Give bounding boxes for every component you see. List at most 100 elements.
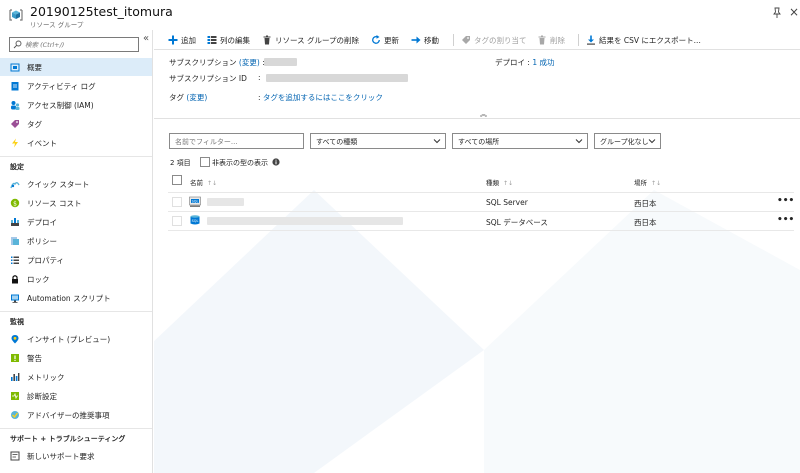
sql-server-icon: SQL <box>189 196 201 207</box>
sidebar-item-overview[interactable]: 概要 <box>0 58 152 76</box>
location-filter-dropdown[interactable]: すべての場所 <box>452 133 588 149</box>
sql-database-icon: SQL <box>190 215 200 225</box>
row-location: 西日本 <box>634 199 657 208</box>
page-title: 20190125test_itomura <box>30 4 173 19</box>
toolbar-divider <box>578 34 579 46</box>
subscription-id-label: サブスクリプション ID <box>169 74 247 83</box>
sidebar-item-advisor[interactable]: アドバイザーの推奨事項 <box>0 406 152 424</box>
activity-log-icon <box>11 82 19 91</box>
show-hidden-types-checkbox[interactable] <box>200 157 210 167</box>
download-icon <box>587 35 595 45</box>
deployments-row: デプロイ : 1 成功 <box>495 58 555 67</box>
row-checkbox[interactable] <box>172 197 182 207</box>
sidebar-section-settings: 設定 <box>10 163 24 171</box>
column-header-location[interactable]: 場所 ↑↓ <box>634 177 661 187</box>
collapse-sidebar-button[interactable]: « <box>141 33 151 45</box>
sidebar-item-label: タグ <box>27 120 42 129</box>
pin-icon[interactable] <box>772 7 782 19</box>
item-count: 2 項目 <box>170 159 191 167</box>
sidebar-item-label: インサイト (プレビュー) <box>27 335 111 344</box>
tags-value: : タグを追加するにはここをクリック <box>258 93 383 102</box>
blade-header: 20190125test_itomura リソース グループ × <box>0 0 800 30</box>
column-header-type[interactable]: 種類 ↑↓ <box>486 177 513 187</box>
sidebar-item-cost[interactable]: $ リソース コスト <box>0 194 152 212</box>
trash-icon <box>263 35 271 45</box>
row-type: SQL データベース <box>486 218 548 227</box>
svg-text:SQL: SQL <box>192 219 199 223</box>
subscription-row: サブスクリプション (変更) : <box>169 58 265 67</box>
sort-icon: ↑↓ <box>651 180 662 187</box>
deployments-icon <box>11 218 19 226</box>
more-options-icon[interactable]: ••• <box>777 215 794 225</box>
command-bar: 追加 列の編集 リソース グループの削除 更新 移動 タグの割り当て 削除 結果… <box>154 30 800 50</box>
sidebar-divider <box>0 311 152 312</box>
sidebar-item-label: リソース コスト <box>27 199 82 208</box>
sidebar-section-support: サポート + トラブルシューティング <box>10 435 126 443</box>
redacted-resource-name[interactable] <box>207 217 403 225</box>
resource-group-icon <box>10 63 20 72</box>
toolbar-divider <box>453 34 454 46</box>
sidebar-item-label: イベント <box>27 139 57 148</box>
search-icon <box>13 40 22 49</box>
insights-icon <box>11 335 19 344</box>
sidebar-item-new-support-request[interactable]: 新しいサポート要求 <box>0 447 152 465</box>
table-row[interactable] <box>168 192 794 211</box>
redacted-resource-name[interactable] <box>207 198 244 206</box>
type-filter-dropdown[interactable]: すべての種類 <box>310 133 446 149</box>
row-checkbox[interactable] <box>172 216 182 226</box>
sidebar-item-deployments[interactable]: デプロイ <box>0 213 152 231</box>
sidebar-item-quickstart[interactable]: クイック スタート <box>0 175 152 193</box>
lock-icon <box>12 275 18 284</box>
sidebar-item-label: アクセス制御 (IAM) <box>27 101 94 110</box>
sidebar-item-policy[interactable]: ポリシー <box>0 232 152 250</box>
sidebar-item-label: クイック スタート <box>27 180 90 189</box>
column-header-name[interactable]: 名前 ↑↓ <box>190 177 217 187</box>
select-all-checkbox[interactable] <box>172 175 182 185</box>
resource-group-cube-icon <box>9 9 23 21</box>
events-icon <box>12 138 18 148</box>
iam-icon <box>11 101 20 110</box>
sidebar-item-label: 警告 <box>27 354 42 363</box>
sidebar-item-label: メトリック <box>27 373 65 382</box>
page-subtitle: リソース グループ <box>30 21 84 29</box>
row-type: SQL Server <box>486 198 528 207</box>
sidebar-divider <box>0 156 152 157</box>
sidebar-item-metrics[interactable]: メトリック <box>0 368 152 386</box>
essentials-expander: ︽ <box>154 109 800 119</box>
automation-icon <box>11 294 19 303</box>
sidebar-item-alerts[interactable]: 警告 <box>0 349 152 367</box>
sidebar-item-events[interactable]: イベント <box>0 134 152 152</box>
sidebar-search[interactable] <box>9 37 139 52</box>
sidebar-item-locks[interactable]: ロック <box>0 270 152 288</box>
info-icon[interactable] <box>272 158 280 166</box>
sidebar-item-activity-log[interactable]: アクティビティ ログ <box>0 77 152 95</box>
change-subscription-link[interactable]: (変更) <box>239 58 260 67</box>
refresh-icon <box>372 35 380 44</box>
advisor-icon <box>11 411 19 419</box>
sidebar-item-iam[interactable]: アクセス制御 (IAM) <box>0 96 152 114</box>
metrics-icon <box>11 373 20 381</box>
grouping-dropdown[interactable]: グループ化なし <box>594 133 661 149</box>
diagnostics-icon <box>11 392 19 400</box>
sidebar-divider <box>0 428 152 429</box>
add-tags-link[interactable]: タグを追加するにはここをクリック <box>263 93 383 102</box>
support-icon <box>10 451 20 461</box>
change-tags-link[interactable]: (変更) <box>186 93 207 102</box>
sidebar-item-tags[interactable]: タグ <box>0 115 152 133</box>
chevron-down-icon <box>433 139 441 144</box>
sidebar-search-input[interactable] <box>25 39 135 50</box>
sidebar-item-properties[interactable]: プロパティ <box>0 251 152 269</box>
tag-icon <box>11 120 19 128</box>
sidebar-section-monitoring: 監視 <box>10 318 24 326</box>
more-options-icon[interactable]: ••• <box>777 196 794 206</box>
sidebar-item-diagnostics[interactable]: 診断設定 <box>0 387 152 405</box>
show-hidden-types-label: 非表示の型の表示 <box>212 159 268 167</box>
collapse-essentials-icon[interactable]: ︽ <box>480 109 487 119</box>
policy-icon <box>11 237 19 245</box>
close-icon[interactable]: × <box>789 5 799 19</box>
name-filter-input[interactable]: 名前でフィルター... <box>169 133 304 149</box>
sidebar-item-automation[interactable]: Automation スクリプト <box>0 289 152 307</box>
deployments-link[interactable]: 1 成功 <box>532 58 554 67</box>
sidebar-item-insights[interactable]: インサイト (プレビュー) <box>0 330 152 348</box>
sort-icon: ↑↓ <box>207 180 218 187</box>
